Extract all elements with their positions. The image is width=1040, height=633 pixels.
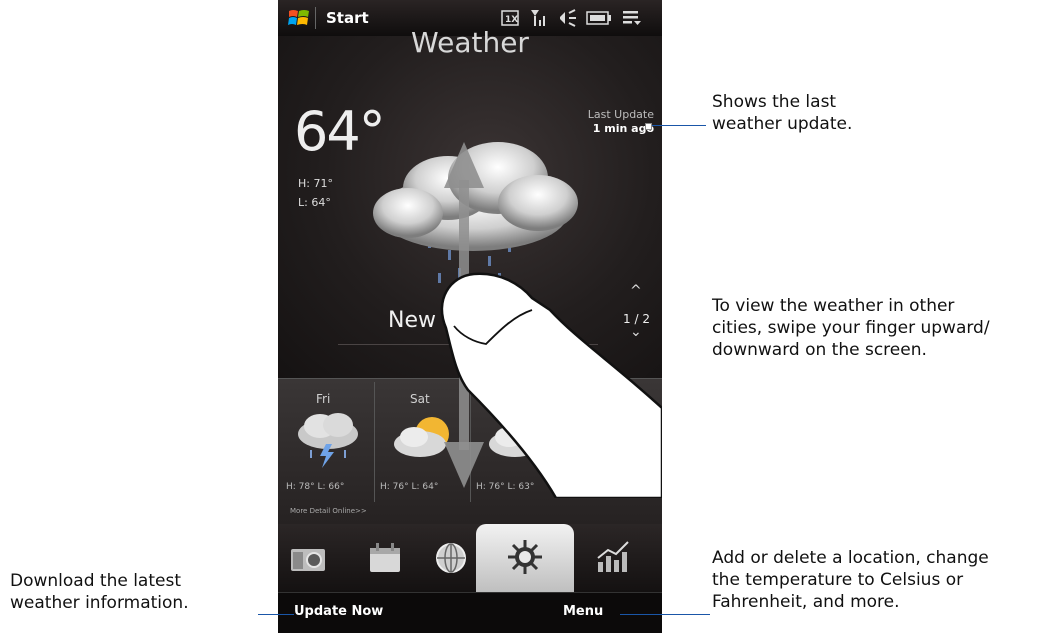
low-temperature: L: 64°: [298, 196, 331, 209]
menu-button[interactable]: Menu: [563, 604, 603, 619]
update-now-button[interactable]: Update Now: [294, 604, 383, 619]
annotation-text: Download the latest: [10, 571, 181, 591]
more-detail-link[interactable]: More Detail Online>>: [290, 507, 367, 515]
thunderstorm-icon: [292, 410, 364, 474]
annotation-text: weather update.: [712, 114, 853, 134]
annotation-update: Download the latest weather information.: [10, 570, 189, 614]
annotation-last-update: Shows the last weather update.: [712, 91, 852, 135]
annotation-text: the temperature to Celsius or: [712, 570, 964, 590]
callout-line: [258, 614, 294, 615]
annotation-text: Fahrenheit, and more.: [712, 592, 900, 612]
city-name: New: [388, 308, 436, 333]
last-update-label: Last Update: [587, 108, 654, 121]
phone-screen: Start 1X Weather 64° H: 71° L: 64° Last …: [278, 0, 662, 633]
annotation-text: weather information.: [10, 593, 189, 613]
stocks-tab-icon[interactable]: [596, 540, 630, 578]
forecast-hilo: H: 76° L: 64°: [380, 482, 439, 492]
page-title: Weather: [411, 26, 529, 59]
callout-dot: [645, 123, 652, 130]
annotation-swipe: To view the weather in other cities, swi…: [712, 295, 990, 361]
callout-line: [648, 125, 706, 126]
svg-text:1X: 1X: [505, 15, 518, 25]
finger-icon: [438, 270, 662, 500]
windows-logo-icon[interactable]: [288, 8, 310, 28]
forecast-divider: [374, 382, 375, 502]
annotation-text: Shows the last: [712, 92, 837, 112]
internet-tab-icon[interactable]: [435, 542, 467, 578]
annotation-text: cities, swipe your finger upward/: [712, 318, 990, 338]
forecast-hilo: H: 78° L: 66°: [286, 482, 345, 492]
start-button[interactable]: Start: [326, 9, 369, 27]
annotation-menu: Add or delete a location, change the tem…: [712, 547, 989, 613]
calendar-tab-icon[interactable]: [368, 540, 402, 578]
forecast-day-label: Fri: [316, 392, 331, 406]
annotation-text: downward on the screen.: [712, 340, 927, 360]
forecast-day-label: Sat: [410, 392, 430, 406]
annotation-text: To view the weather in other: [712, 296, 955, 316]
callout-line: [620, 614, 710, 615]
high-temperature: H: 71°: [298, 177, 333, 190]
annotation-text: Add or delete a location, change: [712, 548, 989, 568]
photos-tab-icon[interactable]: [290, 544, 326, 578]
weather-tab-icon[interactable]: [506, 538, 544, 580]
